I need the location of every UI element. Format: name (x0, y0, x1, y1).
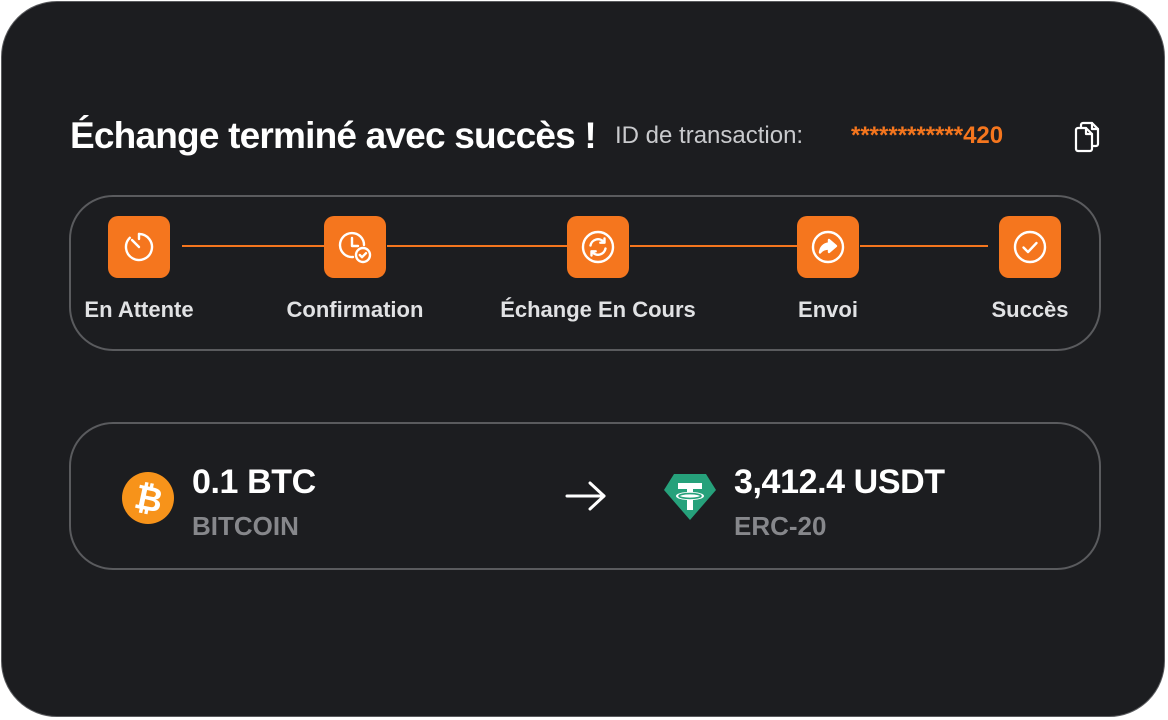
refresh-icon (581, 230, 615, 264)
bitcoin-icon: ₿ (122, 472, 174, 524)
send-arrow-icon (811, 230, 845, 264)
step-icon-box (999, 216, 1061, 278)
check-circle-icon (1013, 230, 1047, 264)
step-en-attente: En Attente (19, 216, 259, 325)
step-succes: Succès (910, 216, 1150, 325)
to-amount: 3,412.4 USDT (734, 463, 945, 501)
step-label: Échange En Cours (500, 297, 696, 322)
from-network: BITCOIN (192, 511, 299, 541)
clock-check-icon (338, 231, 372, 264)
to-network: ERC-20 (734, 511, 827, 541)
from-amount: 0.1 BTC (192, 463, 316, 501)
arrow-right-icon (565, 481, 606, 511)
step-icon-box (797, 216, 859, 278)
page-title: Échange terminé avec succès ! (70, 115, 597, 156)
step-confirmation: Confirmation (235, 216, 475, 325)
step-label: Succès (991, 297, 1069, 322)
exchange-success-card: Échange terminé avec succès ! ID de tran… (1, 1, 1165, 717)
tether-icon (664, 474, 716, 520)
step-echange-en-cours: Échange En Cours (478, 216, 718, 325)
step-icon-box (108, 216, 170, 278)
step-label: En Attente (84, 297, 194, 322)
step-icon-box (567, 216, 629, 278)
timer-icon (124, 232, 154, 262)
step-label: Confirmation (286, 297, 424, 322)
step-icon-box (324, 216, 386, 278)
transaction-id-value: ************420 (851, 122, 1004, 149)
transaction-id-label: ID de transaction: (615, 122, 804, 149)
copy-transaction-id-button[interactable] (1070, 120, 1102, 154)
copy-icon (1074, 121, 1100, 153)
